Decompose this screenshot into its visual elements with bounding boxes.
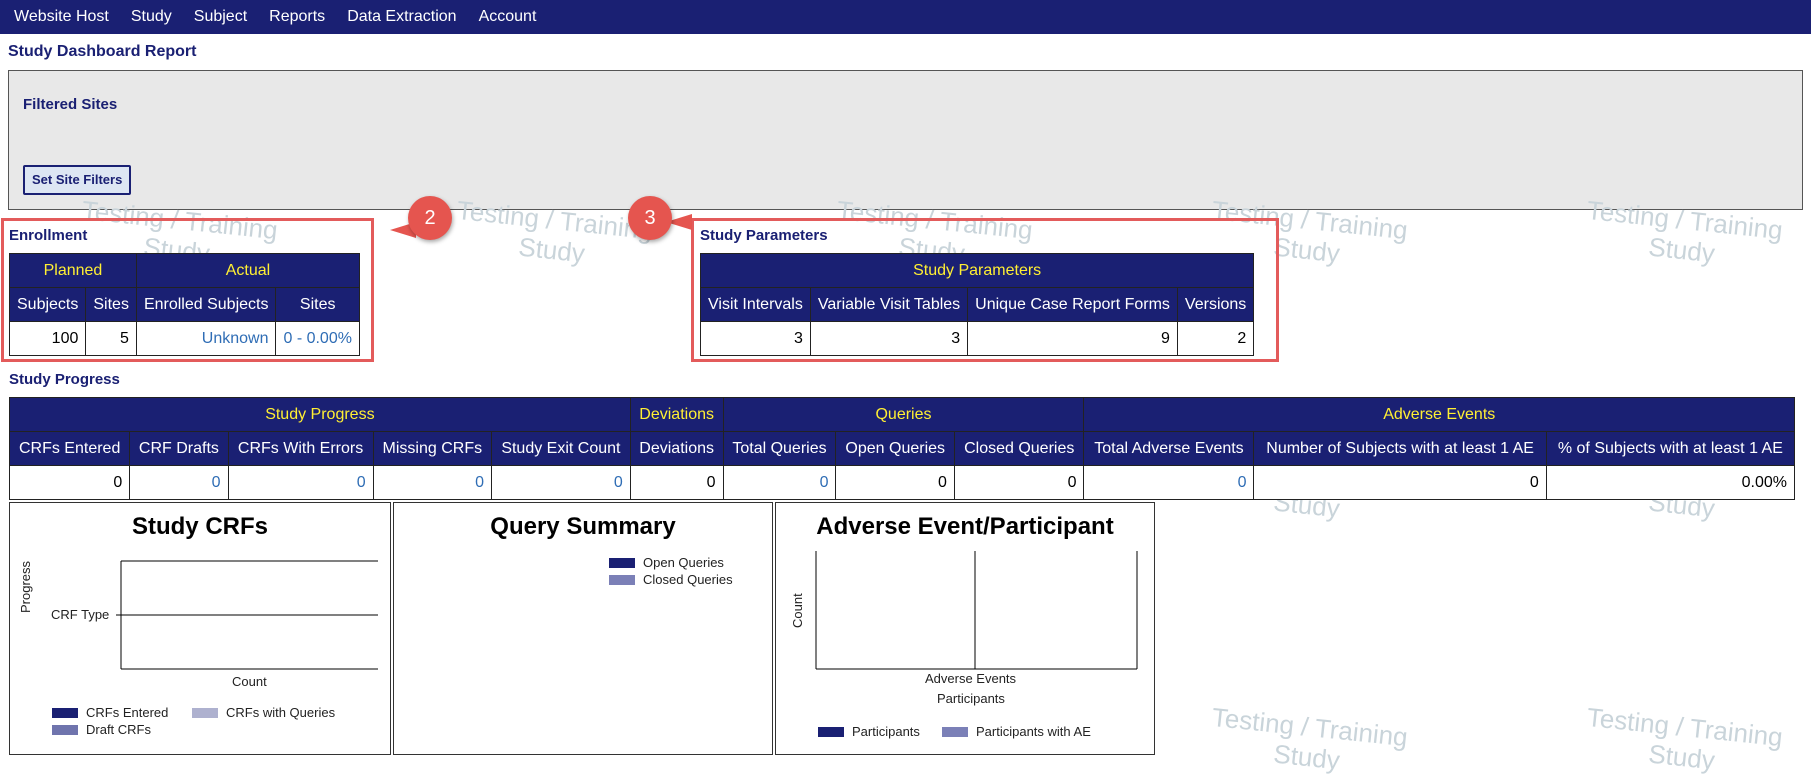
total-queries-link[interactable]: 0: [722, 465, 837, 500]
page-title: Study Dashboard Report: [8, 43, 197, 60]
legend-swatch: [52, 724, 78, 735]
legend-label: CRFs with Queries: [226, 705, 336, 720]
y-axis-label: Progress: [18, 560, 33, 613]
x-axis-label: Adverse Events: [925, 671, 1017, 686]
callout-3: 3: [628, 196, 672, 240]
column-header: Closed Queries: [953, 431, 1085, 466]
legend-swatch: [818, 726, 844, 737]
legend-label: Open Queries: [643, 555, 724, 570]
legend-item: CRFs Entered: [52, 705, 168, 720]
column-header: CRFs With Errors: [227, 431, 374, 466]
x-axis-label: Count: [232, 674, 267, 689]
legend-label: CRFs Entered: [86, 705, 169, 720]
column-header: Total Adverse Events: [1083, 431, 1255, 466]
legend-item: Draft CRFs: [52, 722, 151, 737]
crf-drafts-link[interactable]: 0: [129, 465, 229, 500]
legend-swatch: [192, 707, 218, 718]
legend-label: Participants: [852, 724, 920, 739]
query-summary-chart: Query Summary Open Queries Closed Querie…: [393, 502, 773, 755]
legend-swatch: [609, 574, 635, 585]
column-header: Open Queries: [835, 431, 955, 466]
column-header: Total Queries: [722, 431, 837, 466]
subjects-with-ae-value: 0: [1253, 465, 1547, 500]
adverse-event-chart: Adverse Event/Participant Count Adverse …: [775, 502, 1155, 755]
filtered-sites-panel: Filtered Sites Set Site Filters: [8, 70, 1803, 210]
column-header: Study Exit Count: [491, 431, 631, 466]
nav-website-host[interactable]: Website Host: [14, 8, 109, 26]
adverse-event-plot-area: [815, 551, 1138, 670]
legend-item: Participants: [818, 724, 920, 739]
y-tick-label: CRF Type: [51, 607, 110, 622]
column-header: Deviations: [629, 431, 724, 466]
crfs-entered-value: 0: [8, 465, 131, 500]
legend-swatch: [52, 707, 78, 718]
legend-swatch: [942, 726, 968, 737]
study-exit-count-link[interactable]: 0: [491, 465, 631, 500]
highlight-enrollment: [1, 218, 374, 362]
filtered-sites-title: Filtered Sites: [23, 96, 118, 113]
open-queries-value: 0: [835, 465, 955, 500]
nav-account[interactable]: Account: [479, 8, 537, 26]
legend-swatch: [609, 557, 635, 568]
callout-2: 2: [408, 196, 452, 240]
set-site-filters-button[interactable]: Set Site Filters: [23, 165, 132, 195]
percent-subjects-with-ae-value: 0.00%: [1545, 465, 1796, 500]
crfs-with-errors-link[interactable]: 0: [227, 465, 374, 500]
nav-data-extraction[interactable]: Data Extraction: [347, 8, 456, 26]
total-adverse-events-link[interactable]: 0: [1083, 465, 1255, 500]
nav-study[interactable]: Study: [131, 8, 172, 26]
closed-queries-value: 0: [953, 465, 1085, 500]
nav-reports[interactable]: Reports: [269, 8, 325, 26]
y-axis-label: Count: [790, 593, 805, 628]
column-header: CRF Drafts: [129, 431, 229, 466]
legend-label: Draft CRFs: [86, 722, 151, 737]
highlight-study-parameters: [691, 218, 1279, 362]
study-crfs-chart: Study CRFs Progress CRF Type Count CRFs …: [9, 502, 391, 755]
legend-item: Participants with AE: [942, 724, 1091, 739]
chart-title: Query Summary: [490, 513, 676, 540]
legend-item: CRFs with Queries: [192, 705, 335, 720]
legend-item: Closed Queries: [609, 572, 733, 587]
column-header: % of Subjects with at least 1 AE: [1545, 431, 1796, 466]
column-header: Missing CRFs: [372, 431, 493, 466]
group-header-queries: Queries: [722, 397, 1085, 432]
top-nav: Website Host Study Subject Reports Data …: [0, 0, 1811, 34]
deviations-value: 0: [629, 465, 724, 500]
missing-crfs-link[interactable]: 0: [372, 465, 493, 500]
legend-item: Open Queries: [609, 555, 724, 570]
group-header-study-progress: Study Progress: [9, 397, 631, 432]
column-header: Number of Subjects with at least 1 AE: [1253, 431, 1547, 466]
group-header-deviations: Deviations: [629, 397, 724, 432]
nav-subject[interactable]: Subject: [194, 8, 247, 26]
x-axis-title: Participants: [937, 691, 1005, 706]
column-header: CRFs Entered: [8, 431, 131, 466]
legend-label: Closed Queries: [643, 572, 733, 587]
study-progress-table: Study Progress Deviations Queries Advers…: [8, 397, 1796, 500]
group-header-adverse-events: Adverse Events: [1083, 397, 1795, 432]
study-progress-label: Study Progress: [9, 371, 120, 388]
legend-label: Participants with AE: [976, 724, 1091, 739]
